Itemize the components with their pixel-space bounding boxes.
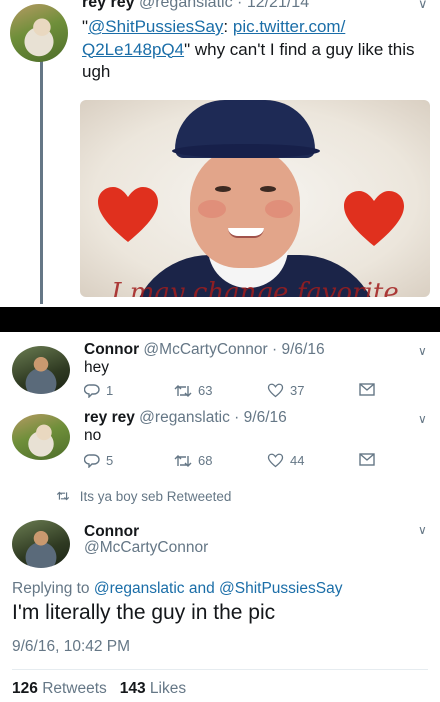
envelope-icon (359, 383, 375, 396)
tweet-header: rey rey @reganslatic · 9/6/16 (84, 409, 287, 427)
retweet-button[interactable]: 68 (174, 453, 212, 468)
tweet-header: rey rey @reganslatic · 12/21/14 (82, 0, 309, 12)
user-handle[interactable]: @McCartyConnor (84, 539, 208, 557)
retweet-button[interactable]: 63 (174, 383, 212, 398)
reply-count: 1 (106, 383, 114, 398)
retweets-stat[interactable]: 126 Retweets (12, 680, 107, 697)
separator: : (223, 17, 233, 36)
chevron-down-icon[interactable]: ∨ (418, 344, 427, 358)
tweet-date[interactable]: 9/6/16 (244, 409, 287, 426)
like-count: 37 (290, 383, 305, 398)
heart-outline-icon (267, 383, 284, 398)
thread-line (40, 52, 43, 304)
quoted-tweet-panel: rey rey @reganslatic · 12/21/14 ∨ "@Shit… (0, 0, 440, 307)
dot-separator: · (267, 341, 282, 358)
reply-icon (84, 384, 100, 398)
user-handle[interactable]: @reganslatic (139, 0, 233, 11)
reply-thread-panel: Connor @McCartyConnor · 9/6/16 ∨ hey 1 6… (0, 332, 440, 702)
like-count: 44 (290, 453, 305, 468)
tweet-text: I'm literally the guy in the pic (12, 601, 276, 624)
tweet-timestamp[interactable]: 9/6/16, 10:42 PM (12, 638, 130, 656)
mention-link[interactable]: @ShitPussiesSay (88, 17, 223, 36)
retweet-count: 63 (198, 383, 213, 398)
divider (12, 669, 428, 670)
photo-cheek (265, 200, 293, 218)
reply-icon (84, 454, 100, 468)
chevron-down-icon[interactable]: ∨ (418, 523, 427, 537)
heart-icon (98, 187, 158, 242)
avatar[interactable] (12, 414, 70, 460)
pic-link-id[interactable]: Q2Le148pQ4 (82, 40, 184, 59)
like-button[interactable]: 44 (267, 453, 304, 468)
photo-smile (228, 228, 264, 238)
message-button[interactable] (359, 383, 375, 396)
display-name[interactable]: rey rey (82, 0, 135, 11)
likes-stat[interactable]: 143 Likes (120, 680, 186, 697)
likes-count: 143 (119, 680, 146, 697)
photo-caption: I may change favorite (111, 278, 399, 297)
avatar[interactable] (12, 346, 70, 394)
retweets-label: Retweets (42, 680, 107, 697)
user-handle[interactable]: @reganslatic (139, 409, 230, 426)
engagement-stats: 126 Retweets 143 Likes (12, 680, 186, 698)
replying-to-links[interactable]: @reganslatic and @ShitPussiesSay (94, 580, 343, 597)
retweets-count: 126 (12, 680, 38, 697)
tweet-text: "@ShitPussiesSay: pic.twitter.com/Q2Le14… (82, 16, 432, 84)
tweet-date[interactable]: 12/21/14 (247, 0, 309, 11)
message-button[interactable] (359, 453, 375, 466)
reply-count: 5 (106, 453, 114, 468)
screenshot-divider (0, 307, 440, 332)
retweeted-by-notice[interactable]: Its ya boy seb Retweeted (56, 489, 231, 504)
tweet-header: Connor @McCartyConnor · 9/6/16 (84, 341, 325, 359)
tweet-text: no (84, 427, 102, 444)
likes-label: Likes (149, 680, 187, 697)
replying-to: Replying to @reganslatic and @ShitPussie… (12, 580, 342, 598)
tweet-text: hey (84, 359, 109, 376)
photo-eye (215, 186, 231, 192)
retweet-count: 68 (198, 453, 213, 468)
tweet-date[interactable]: 9/6/16 (281, 341, 324, 358)
tweet-photo[interactable]: I may change favorite (80, 100, 430, 297)
like-button[interactable]: 37 (267, 383, 304, 398)
heart-outline-icon (267, 453, 284, 468)
retweet-icon (174, 454, 192, 467)
avatar[interactable] (12, 520, 70, 568)
heart-icon (344, 191, 404, 246)
retweet-icon (56, 491, 70, 501)
display-name[interactable]: rey rey (84, 409, 135, 426)
chevron-down-icon[interactable]: ∨ (418, 0, 428, 12)
envelope-icon (359, 453, 375, 466)
display-name[interactable]: Connor (84, 341, 139, 358)
pic-link[interactable]: pic.twitter.com/ (233, 17, 345, 36)
reply-button[interactable]: 5 (84, 453, 113, 468)
replying-to-label: Replying to (12, 580, 94, 597)
photo-eye (260, 186, 276, 192)
action-bar: 5 68 44 (84, 453, 384, 473)
retweeted-by-text: Its ya boy seb Retweeted (79, 489, 232, 504)
avatar[interactable] (10, 4, 68, 62)
user-handle[interactable]: @McCartyConnor (143, 341, 267, 358)
photo-cap-brim (172, 144, 320, 158)
dot-separator: · (229, 409, 244, 426)
reply-button[interactable]: 1 (84, 383, 113, 398)
retweet-icon (174, 384, 192, 397)
action-bar: 1 63 37 (84, 383, 384, 403)
chevron-down-icon[interactable]: ∨ (418, 412, 427, 426)
photo-cheek (198, 200, 226, 218)
dot-separator: · (237, 0, 243, 11)
